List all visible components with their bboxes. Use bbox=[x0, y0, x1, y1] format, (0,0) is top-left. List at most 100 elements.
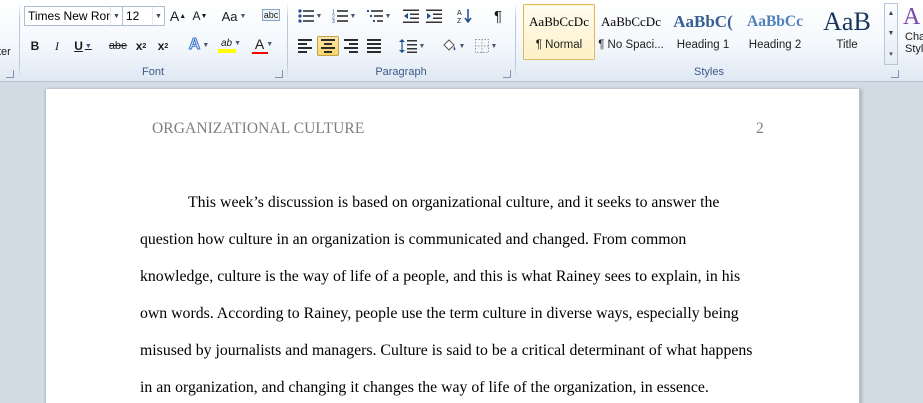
text-effects-button[interactable]: A ▼ bbox=[186, 35, 212, 55]
justify-button[interactable] bbox=[363, 36, 385, 56]
show-formatting-button[interactable]: ¶ bbox=[488, 6, 508, 26]
font-size-value[interactable]: 12 bbox=[123, 9, 152, 23]
style-sample: AaBbCc bbox=[747, 13, 803, 30]
style-no-spacing[interactable]: AaBbCcDc ¶ No Spaci... bbox=[595, 4, 667, 60]
svg-text:A: A bbox=[457, 10, 462, 17]
chevron-down-icon[interactable]: ▼ bbox=[152, 7, 164, 25]
italic-icon: I bbox=[55, 38, 59, 53]
chevron-down-icon[interactable]: ▼ bbox=[110, 7, 122, 25]
running-head[interactable]: ORGANIZATIONAL CULTURE bbox=[152, 120, 364, 138]
grow-font-icon: A bbox=[169, 8, 180, 24]
change-styles-icon: A bbox=[903, 4, 921, 30]
gallery-more-icon[interactable]: ▾ bbox=[889, 50, 893, 58]
style-sample: AaBbC( bbox=[673, 12, 733, 31]
style-normal[interactable]: AaBbCcDc ¶ Normal bbox=[523, 4, 595, 60]
style-name: Heading 2 bbox=[748, 39, 802, 51]
align-center-icon bbox=[321, 39, 335, 53]
style-sample: AaB bbox=[823, 7, 871, 36]
clear-formatting-icon: abc bbox=[261, 9, 281, 21]
font-color-icon: A bbox=[254, 36, 265, 52]
superscript-icon: x bbox=[157, 39, 165, 53]
page-number[interactable]: 2 bbox=[756, 120, 764, 138]
subscript-button[interactable]: x2 bbox=[131, 36, 151, 56]
gallery-up-icon[interactable]: ▲ bbox=[888, 10, 895, 17]
align-right-icon bbox=[344, 39, 358, 53]
style-sample: AaBbCcDc bbox=[601, 14, 661, 29]
borders-button[interactable]: ▼ bbox=[471, 36, 501, 56]
svg-text:Z: Z bbox=[457, 18, 462, 24]
multilevel-list-icon bbox=[366, 10, 383, 22]
shrink-font-icon: A bbox=[192, 9, 201, 23]
strikethrough-button[interactable]: abe bbox=[106, 36, 130, 56]
ribbon: ter Times New Rom ▼ 12 ▼ A▲ A▼ Aa▼ abc B… bbox=[0, 0, 923, 82]
show-formatting-icon: ¶ bbox=[493, 7, 503, 25]
change-styles-label-2: Styl bbox=[905, 43, 923, 55]
change-styles-label-1: Cha bbox=[905, 31, 923, 43]
bullets-icon bbox=[297, 9, 314, 23]
change-styles-button[interactable]: A Cha Styl bbox=[900, 2, 923, 66]
subscript-icon: x bbox=[135, 39, 143, 53]
shading-button[interactable]: ▼ bbox=[438, 36, 468, 56]
styles-group: AaBbCcDc ¶ Normal AaBbCcDc ¶ No Spaci...… bbox=[516, 0, 902, 82]
body-text-line[interactable]: in an organization, and changing it chan… bbox=[140, 379, 780, 397]
clear-formatting-button[interactable]: abc bbox=[260, 5, 282, 25]
justify-icon bbox=[367, 39, 381, 53]
align-center-button[interactable] bbox=[317, 36, 339, 56]
body-text-line[interactable]: knowledge, culture is the way of life of… bbox=[140, 268, 780, 286]
grow-font-button[interactable]: A ▲ bbox=[168, 6, 188, 26]
align-left-button[interactable] bbox=[294, 36, 316, 56]
numbering-button[interactable]: 1 2 3 ▼ bbox=[328, 6, 360, 26]
paragraph-group: ▼ 1 2 3 ▼ ▼ A Z ¶ ▼ ▼ ▼ Paragraph bbox=[288, 0, 514, 82]
text-effects-icon: A bbox=[188, 36, 201, 54]
gallery-down-icon[interactable]: ▼ bbox=[888, 30, 895, 37]
multilevel-list-button[interactable]: ▼ bbox=[363, 6, 395, 26]
style-heading-2[interactable]: AaBbCc Heading 2 bbox=[739, 4, 811, 60]
bold-button[interactable]: B bbox=[25, 36, 45, 56]
body-text-line[interactable]: This week’s discussion is based on organ… bbox=[140, 194, 840, 212]
clipboard-launcher-icon[interactable] bbox=[6, 70, 14, 78]
highlight-button[interactable]: ab ▼ bbox=[217, 35, 245, 55]
borders-icon bbox=[474, 39, 489, 53]
font-name-combo[interactable]: Times New Rom ▼ bbox=[24, 6, 123, 26]
style-title[interactable]: AaB Title bbox=[811, 4, 883, 60]
style-sample: AaBbCcDc bbox=[529, 14, 589, 29]
font-color-button[interactable]: A ▼ bbox=[250, 35, 278, 55]
body-text-line[interactable]: own words. According to Rainey, people u… bbox=[140, 305, 780, 323]
sort-button[interactable]: A Z bbox=[454, 6, 476, 26]
line-spacing-button[interactable]: ▼ bbox=[396, 36, 428, 56]
shrink-font-button[interactable]: A ▼ bbox=[190, 6, 210, 26]
font-name-value[interactable]: Times New Rom bbox=[25, 9, 110, 23]
font-dialog-launcher-icon[interactable] bbox=[275, 70, 283, 78]
increase-indent-icon bbox=[426, 9, 442, 23]
superscript-button[interactable]: x2 bbox=[153, 36, 173, 56]
font-size-combo[interactable]: 12 ▼ bbox=[122, 6, 165, 26]
strikethrough-icon: abe bbox=[108, 40, 128, 52]
change-case-button[interactable]: Aa ▼ bbox=[220, 6, 248, 26]
highlighter-icon: ab bbox=[220, 37, 233, 49]
styles-dialog-launcher-icon[interactable] bbox=[891, 70, 899, 78]
decrease-indent-button[interactable] bbox=[400, 6, 422, 26]
increase-indent-button[interactable] bbox=[423, 6, 445, 26]
body-text-line[interactable]: misused by journalists and managers. Cul… bbox=[140, 342, 820, 360]
italic-button[interactable]: I bbox=[47, 36, 67, 56]
align-right-button[interactable] bbox=[340, 36, 362, 56]
paragraph-group-label: Paragraph bbox=[375, 66, 427, 78]
line-spacing-icon bbox=[398, 39, 417, 53]
styles-gallery-scroll[interactable]: ▲ ▼ ▾ bbox=[884, 3, 898, 65]
format-painter-partial-label[interactable]: ter bbox=[0, 46, 11, 58]
style-heading-1[interactable]: AaBbC( Heading 1 bbox=[667, 4, 739, 60]
style-name: Heading 1 bbox=[676, 39, 730, 51]
bullets-button[interactable]: ▼ bbox=[294, 6, 326, 26]
underline-button[interactable]: U ▼ bbox=[70, 36, 96, 56]
change-case-icon: Aa bbox=[221, 8, 238, 24]
paragraph-dialog-launcher-icon[interactable] bbox=[503, 70, 511, 78]
style-name: ¶ No Spaci... bbox=[598, 39, 664, 51]
style-name: Title bbox=[836, 39, 858, 51]
style-name: ¶ Normal bbox=[535, 39, 583, 51]
body-text-line[interactable]: question how culture in an organization … bbox=[140, 231, 780, 249]
decrease-indent-icon bbox=[403, 9, 419, 23]
font-group-label: Font bbox=[141, 66, 164, 78]
underline-icon: U bbox=[74, 39, 83, 53]
document-page[interactable]: ORGANIZATIONAL CULTURE 2 This week’s dis… bbox=[45, 89, 860, 403]
font-group: Times New Rom ▼ 12 ▼ A ▲ A ▼ Aa ▼ abc B I U… bbox=[20, 0, 286, 82]
